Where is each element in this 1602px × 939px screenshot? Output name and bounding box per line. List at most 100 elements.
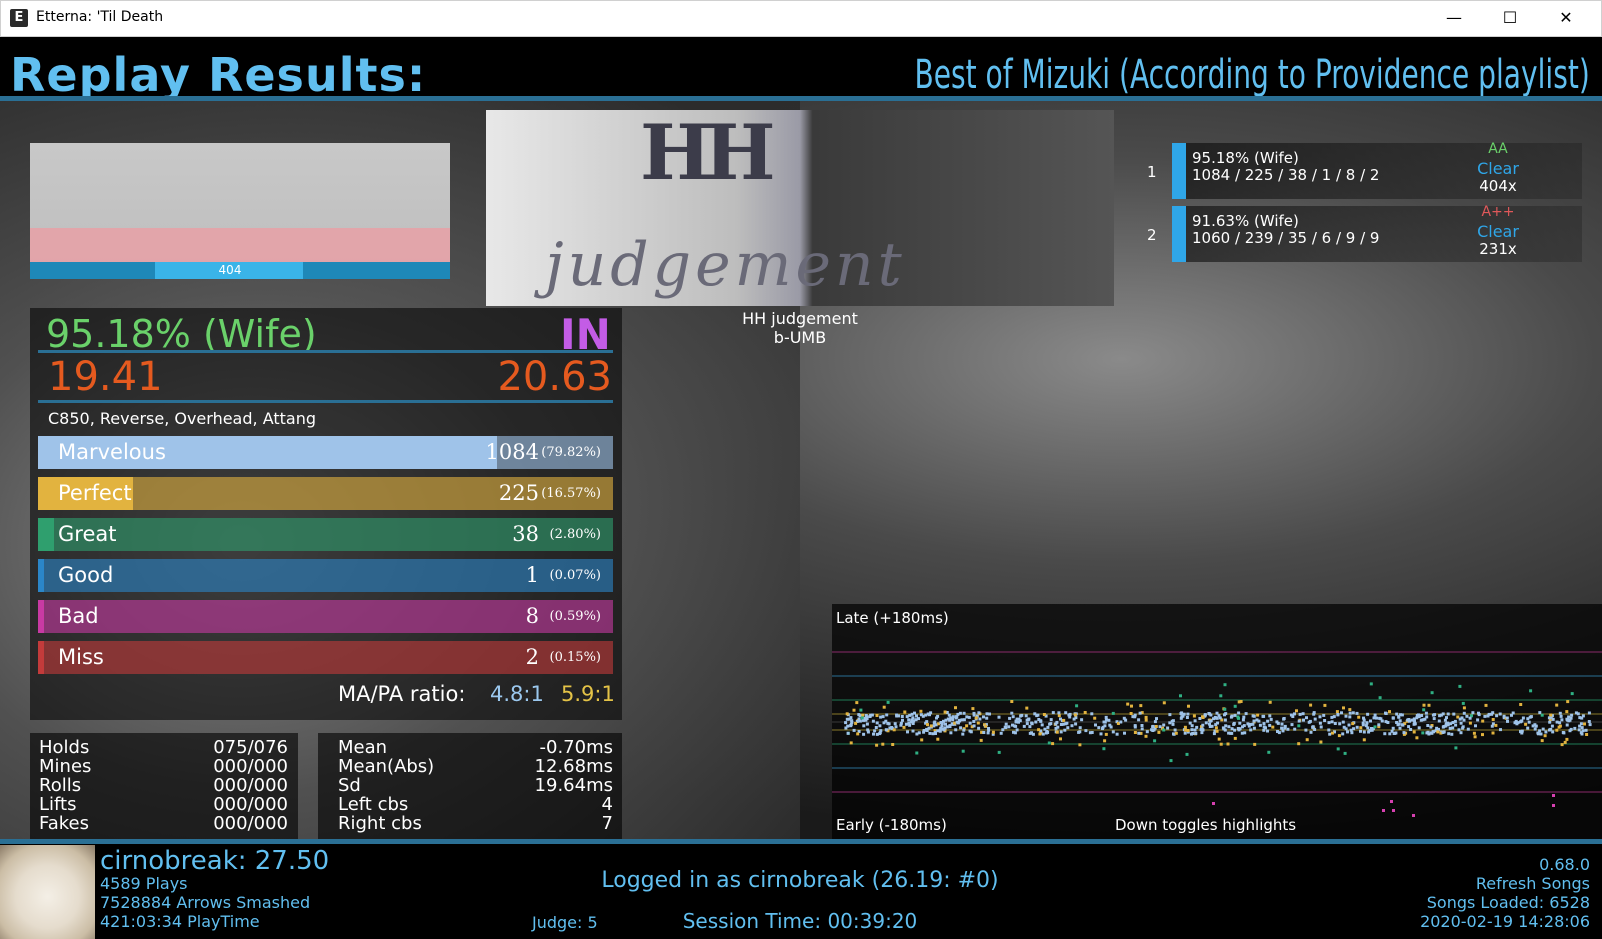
score-entry-grade: A++ [1481, 204, 1515, 220]
profile-rating: cirnobreak: 27.50 [100, 846, 330, 876]
judgment-row-miss: Miss 2 (0.15%) [38, 641, 613, 674]
window-titlebar [0, 0, 1602, 37]
offset-stat-value: -0.70ms [539, 737, 614, 758]
header-divider [0, 96, 1602, 101]
offset-stat-label: Right cbs [338, 813, 422, 834]
judgment-count: 1084 [485, 440, 539, 464]
song-artist: b-UMB [773, 328, 827, 347]
judgment-percent: (0.15%) [549, 650, 601, 665]
offset-stat-value: 12.68ms [534, 756, 613, 777]
judgment-name: Marvelous [58, 440, 166, 464]
score-entry-percent: 91.63% (Wife) [1192, 212, 1299, 230]
score-rank: 1 [1147, 163, 1157, 181]
judge-level: Judge: 5 [532, 913, 598, 932]
avatar[interactable] [0, 845, 95, 939]
mods-list: C850, Reverse, Overhead, Attang [48, 409, 316, 428]
combo-bar-label: 404 [218, 263, 242, 277]
score-entry[interactable]: 95.18% (Wife) 1084 / 225 / 38 / 1 / 8 / 2… [1172, 141, 1582, 199]
plot-early-label: Early (-180ms) [836, 816, 947, 834]
footer-divider [0, 839, 1602, 844]
rating-divider [38, 400, 613, 403]
score-divider [38, 350, 613, 353]
login-status: Logged in as cirnobreak (26.19: #0) [601, 868, 999, 893]
life-graph-fail-zone [30, 228, 450, 262]
close-button[interactable]: ✕ [1538, 0, 1594, 36]
hold-stat-value: 000/000 [213, 794, 288, 815]
judgment-row-good: Good 1 (0.07%) [38, 559, 613, 592]
ma-ratio-value: 4.8:1 [490, 682, 544, 706]
songs-loaded: Songs Loaded: 6528 [1426, 893, 1590, 912]
judgment-percent: (79.82%) [541, 445, 601, 460]
score-entry-accent [1172, 206, 1186, 262]
score-entry-judgments: 1084 / 225 / 38 / 1 / 8 / 2 [1192, 166, 1380, 184]
offset-stat-value: 4 [601, 794, 613, 815]
judgment-bar-fill [38, 518, 55, 551]
version: 0.68.0 [1539, 855, 1590, 874]
msd-value: 19.41 [48, 354, 163, 400]
hold-stat-label: Lifts [39, 794, 77, 815]
minimize-button[interactable]: — [1426, 0, 1482, 36]
song-title: HH judgement [742, 309, 858, 328]
banner-logo-text: HH [640, 108, 776, 197]
judgment-percent: (2.80%) [549, 527, 601, 542]
judgment-count: 38 [512, 522, 539, 546]
judgment-count: 1 [525, 563, 539, 587]
judgment-row-great: Great 38 (2.80%) [38, 518, 613, 551]
ma-pa-ratio-label: MA/PA ratio: [338, 682, 466, 706]
score-entry-combo: 231x [1479, 240, 1517, 258]
hold-stat-value: 000/000 [213, 813, 288, 834]
pack-title: Best of Mizuki (According to Providence … [914, 52, 1590, 98]
hold-stat-value: 075/076 [213, 737, 288, 758]
screen-title: Replay Results: [10, 48, 427, 102]
banner-logo-word: judgement [545, 230, 906, 300]
arrows-smashed: 7528884 Arrows Smashed [100, 893, 311, 912]
clock: 2020-02-19 14:28:06 [1420, 912, 1590, 931]
judgment-row-bad: Bad 8 (0.59%) [38, 600, 613, 633]
judgment-name: Perfect [58, 481, 132, 505]
window-title: Etterna: 'Til Death [36, 9, 164, 25]
judgment-name: Good [58, 563, 114, 587]
ssr-value: 20.63 [497, 354, 612, 400]
score-entry-grade: AA [1488, 141, 1508, 157]
hold-stat-value: 000/000 [213, 756, 288, 777]
judgment-count: 225 [498, 481, 539, 505]
judgment-percent: (16.57%) [541, 486, 601, 501]
score-entry-combo: 404x [1479, 177, 1517, 195]
score-entry-clear: Clear [1477, 159, 1519, 178]
score-entry-percent: 95.18% (Wife) [1192, 149, 1299, 167]
maximize-button[interactable]: ☐ [1482, 0, 1538, 36]
judgment-bar-fill [38, 600, 44, 633]
pa-ratio-value: 5.9:1 [561, 682, 615, 706]
plot-hint: Down toggles highlights [1115, 816, 1297, 834]
offset-stat-label: Mean(Abs) [338, 756, 435, 777]
score-rank: 2 [1147, 226, 1157, 244]
judgment-count: 2 [525, 645, 539, 669]
judgment-bar-fill [38, 641, 44, 674]
judgment-count: 8 [525, 604, 539, 628]
hold-stat-label: Holds [39, 737, 90, 758]
plot-late-label: Late (+180ms) [836, 609, 949, 627]
offset-plot-lines [832, 651, 1602, 817]
score-entry-judgments: 1060 / 239 / 35 / 6 / 9 / 9 [1192, 229, 1380, 247]
refresh-songs-button[interactable]: Refresh Songs [1476, 874, 1590, 893]
judgment-name: Miss [58, 645, 104, 669]
hold-stat-label: Fakes [39, 813, 89, 834]
judgment-percent: (0.59%) [549, 609, 601, 624]
judgment-row-perfect: Perfect 225 (16.57%) [38, 477, 613, 510]
session-time: Session Time: 00:39:20 [682, 909, 918, 933]
offset-stat-value: 19.64ms [534, 775, 613, 796]
judgment-name: Great [58, 522, 117, 546]
offset-stat-label: Left cbs [338, 794, 409, 815]
score-entry-accent [1172, 143, 1186, 199]
judgment-name: Bad [58, 604, 99, 628]
app-logo-icon: E [10, 9, 28, 27]
hold-stat-label: Mines [39, 756, 92, 777]
judgment-row-marvelous: Marvelous 1084 (79.82%) [38, 436, 613, 469]
hold-stat-label: Rolls [39, 775, 82, 796]
offset-stat-label: Sd [338, 775, 361, 796]
score-entry[interactable]: 91.63% (Wife) 1060 / 239 / 35 / 6 / 9 / 9… [1172, 204, 1582, 262]
score-entry-clear: Clear [1477, 222, 1519, 241]
offset-stat-label: Mean [338, 737, 388, 758]
judgment-bar-fill [38, 559, 44, 592]
judgment-percent: (0.07%) [549, 568, 601, 583]
